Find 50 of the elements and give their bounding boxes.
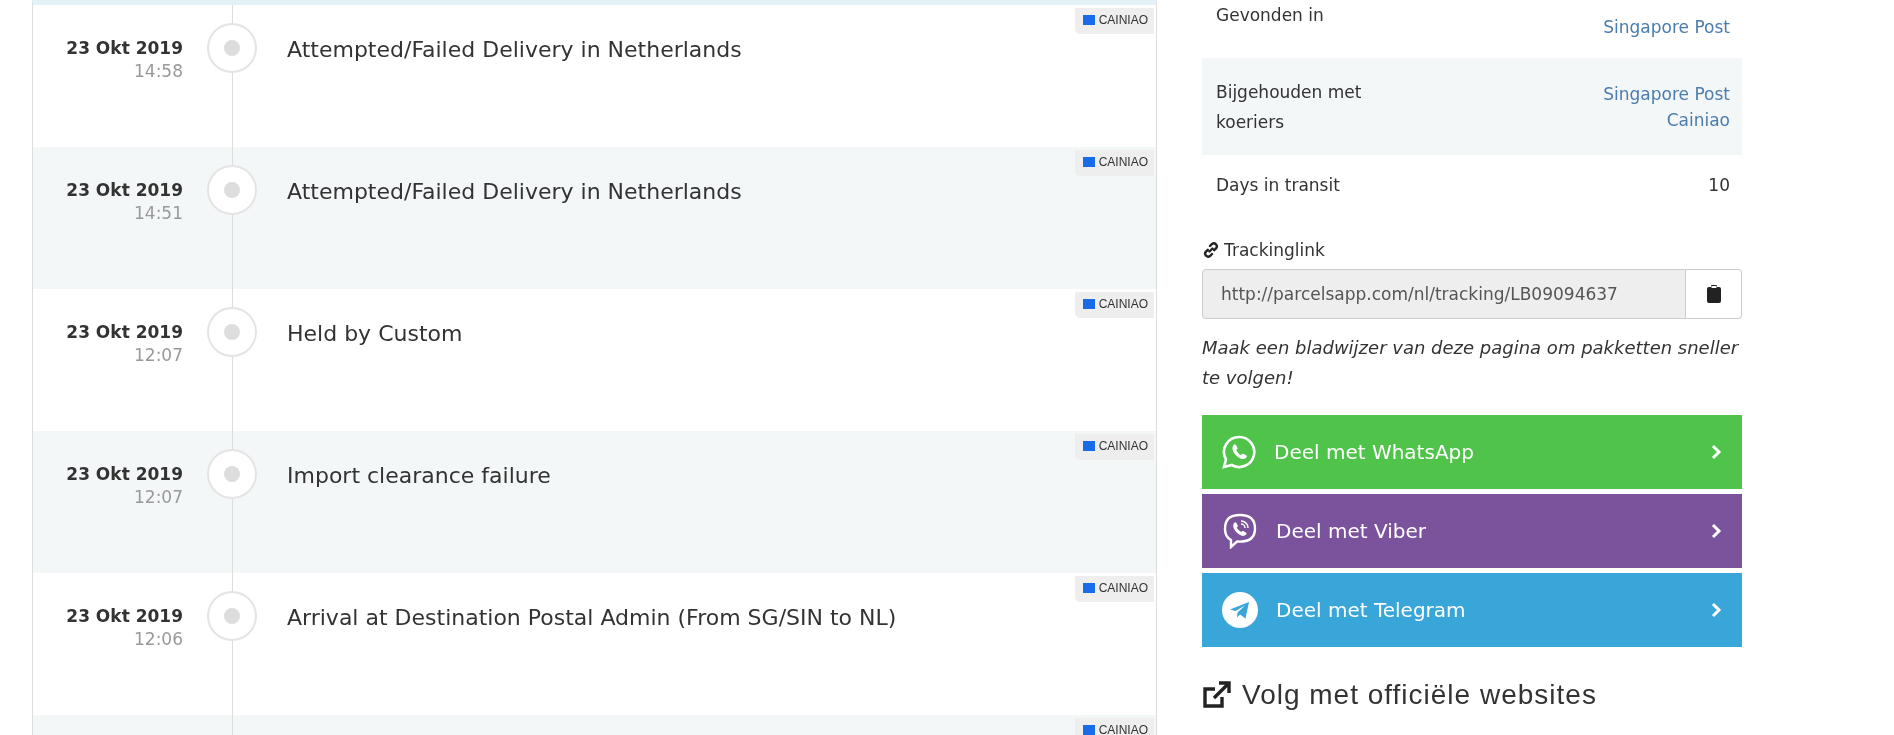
bookmark-hint: Maak een bladwijzer van deze pagina om pakketten sneller te volgen! [1202,336,1740,390]
event-date: 23 Okt 2019 [66,38,183,58]
event-time: 12:07 [134,487,183,507]
timeline-dot [207,307,257,357]
event-date: 23 Okt 2019 [66,606,183,626]
external-link-icon [1202,681,1232,709]
chat-phone-icon [1222,435,1256,469]
share-button[interactable]: Deel met Viber [1202,494,1742,568]
paper-plane-icon [1222,592,1258,628]
share-button[interactable]: Deel met Telegram [1202,573,1742,647]
event-date: 23 Okt 2019 [66,180,183,200]
carrier-badge: CAINIAO [1074,292,1154,318]
tracking-url-field[interactable]: http://parcelsapp.com/nl/tracking/LB09094637 [1202,269,1686,319]
detail-value: 10 [1708,174,1730,197]
event-time: 14:51 [134,203,183,223]
event-date: 23 Okt 2019 [66,322,183,342]
chat-phone-icon [1222,513,1258,549]
carrier-badge: CAINIAO [1074,718,1154,735]
clipboard-icon [1706,285,1721,303]
timeline-dot [207,165,257,215]
chevron-icon [1710,602,1722,618]
event-time: 12:06 [134,629,183,649]
chevron-icon [1710,523,1722,539]
timeline-dot [207,449,257,499]
event-description: Import clearance failure [287,463,551,488]
event-description: Attempted/Failed Delivery in Netherlands [287,37,742,62]
timeline-dot [207,23,257,73]
timeline-dot [207,591,257,641]
detail-label: Bijgehouden met koeriers [1216,80,1363,134]
event-description: Attempted/Failed Delivery in Netherlands [287,179,742,204]
share-button[interactable]: Deel met WhatsApp [1202,415,1742,489]
event-time: 12:07 [134,345,183,365]
trackinglink-label: Trackinglink [1224,240,1325,260]
carrier-badge: CAINIAO [1074,576,1154,602]
carrier-badge: CAINIAO [1074,8,1154,34]
event-description: Held by Custom [287,321,463,346]
carrier-link[interactable]: Singapore Post [1603,14,1730,40]
carrier-badge: CAINIAO [1074,434,1154,460]
chevron-icon [1710,444,1722,460]
detail-label: Gevonden in [1216,4,1325,27]
carrier-badge: CAINIAO [1074,150,1154,176]
event-time: 14:58 [134,61,183,81]
detail-label: Days in transit [1216,174,1341,197]
link-icon [1202,241,1220,259]
event-date: 23 Okt 2019 [66,464,183,484]
carrier-link[interactable]: Cainiao [1666,106,1730,133]
section-heading: Volg met officiële websites [1242,679,1597,711]
carrier-link[interactable]: Singapore Post [1603,80,1730,107]
event-description: Arrival at Destination Postal Admin (From SG/SIN to NL) [287,605,897,630]
copy-button[interactable] [1686,269,1742,319]
